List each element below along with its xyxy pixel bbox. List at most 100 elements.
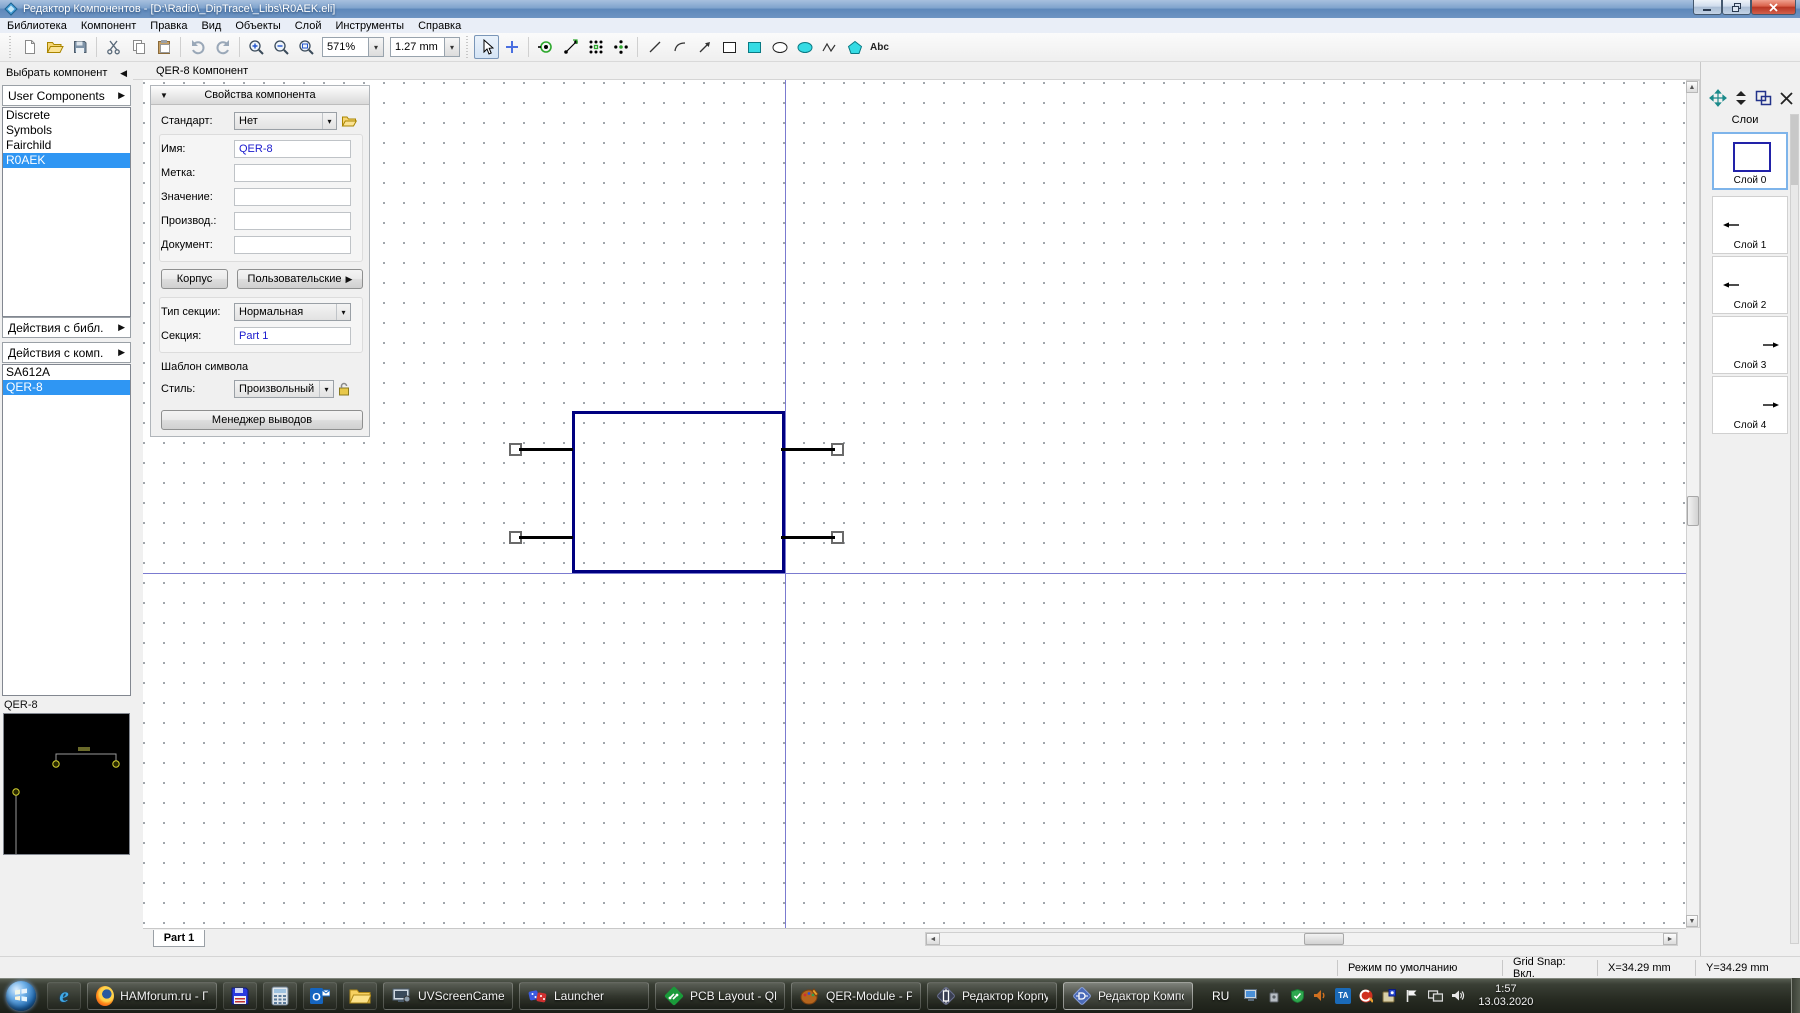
open-standard-icon[interactable]: [341, 114, 357, 128]
vertical-scrollbar[interactable]: ▲ ▼: [1686, 80, 1700, 928]
layer-card-3[interactable]: Слой 3: [1712, 316, 1788, 374]
tray-network-icon[interactable]: [1427, 988, 1443, 1004]
custom-fields-button[interactable]: Пользовательские ▶: [237, 269, 363, 289]
tray-ta-indicator-icon[interactable]: TA: [1335, 987, 1352, 1004]
library-item[interactable]: Symbols: [3, 123, 130, 138]
menu-objects[interactable]: Объекты: [228, 18, 287, 33]
polyline-tool-button[interactable]: [817, 35, 842, 59]
part-tab[interactable]: Part 1: [153, 930, 205, 947]
schematic-canvas[interactable]: ▼ Свойства компонента Стандарт: Нет ▾ Им…: [143, 80, 1686, 928]
arrow-tool-button[interactable]: [692, 35, 717, 59]
library-group-button[interactable]: User Components ▶: [2, 85, 131, 106]
start-button[interactable]: [6, 980, 36, 1011]
calculator-icon[interactable]: [263, 981, 297, 1010]
menu-edit[interactable]: Правка: [143, 18, 194, 33]
show-desktop-button[interactable]: [1791, 978, 1800, 1013]
select-tool-button[interactable]: [474, 35, 499, 59]
menu-component[interactable]: Компонент: [74, 18, 143, 33]
menu-help[interactable]: Справка: [411, 18, 468, 33]
explorer-folder-icon[interactable]: [343, 981, 377, 1010]
collapse-properties-icon[interactable]: ▼: [151, 91, 177, 100]
ellipse-tool-button[interactable]: [767, 35, 792, 59]
place-pin-array-button[interactable]: [583, 35, 608, 59]
origin-tool-button[interactable]: [499, 35, 524, 59]
library-item[interactable]: Discrete: [3, 108, 130, 123]
layer-card-2[interactable]: Слой 2: [1712, 256, 1788, 314]
taskbar-clock[interactable]: 1:57 13.03.2020: [1478, 983, 1533, 1009]
close-layers-icon[interactable]: [1780, 91, 1793, 105]
rectangle-tool-button[interactable]: [717, 35, 742, 59]
horizontal-scrollbar[interactable]: ◄ ►: [925, 932, 1678, 946]
component-actions-button[interactable]: Действия с комп. ▶: [2, 342, 131, 363]
menu-library[interactable]: Библиотека: [0, 18, 74, 33]
task-qer-module-paint[interactable]: QER-Module - Pai...: [791, 981, 921, 1010]
zoom-level-combobox[interactable]: 571% ▾: [322, 37, 384, 57]
redo-button[interactable]: [210, 35, 235, 59]
task-pattern-editor[interactable]: Редактор Корпус...: [927, 981, 1057, 1010]
zoom-in-button[interactable]: [244, 35, 269, 59]
library-item[interactable]: Fairchild: [3, 138, 130, 153]
filled-rectangle-tool-button[interactable]: [742, 35, 767, 59]
pin-manager-button[interactable]: Менеджер выводов: [161, 410, 363, 430]
manufacturer-field[interactable]: [234, 212, 351, 230]
mark-field[interactable]: [234, 164, 351, 182]
menu-tools[interactable]: Инструменты: [328, 18, 411, 33]
vertical-scroll-thumb[interactable]: [1687, 496, 1699, 526]
reorder-layer-icon[interactable]: [1735, 90, 1747, 106]
collapse-panel-icon[interactable]: ◀: [120, 68, 127, 79]
tray-display-icon[interactable]: [1243, 988, 1259, 1004]
component-item-selected[interactable]: QER-8: [3, 380, 130, 395]
task-launcher[interactable]: Launcher: [519, 981, 649, 1010]
language-indicator[interactable]: RU: [1212, 989, 1229, 1003]
close-button[interactable]: [1751, 0, 1796, 15]
line-tool-button[interactable]: [642, 35, 667, 59]
copy-button[interactable]: [126, 35, 151, 59]
tray-flag-icon[interactable]: [1404, 988, 1420, 1004]
layer-card-0[interactable]: Слой 0: [1712, 132, 1788, 190]
filled-ellipse-tool-button[interactable]: [792, 35, 817, 59]
save-button[interactable]: [67, 35, 92, 59]
tray-speaker-icon[interactable]: [1450, 988, 1466, 1004]
outlook-icon[interactable]: O: [303, 981, 337, 1010]
restore-button[interactable]: [1722, 0, 1751, 15]
standard-combobox[interactable]: Нет ▾: [234, 112, 337, 130]
polygon-tool-button[interactable]: [842, 35, 867, 59]
section-type-combobox[interactable]: Нормальная ▾: [234, 303, 351, 321]
paste-button[interactable]: [151, 35, 176, 59]
cut-button[interactable]: [101, 35, 126, 59]
style-arrow-icon[interactable]: ▾: [319, 381, 333, 397]
scroll-up-icon[interactable]: ▲: [1686, 81, 1698, 93]
scroll-down-icon[interactable]: ▼: [1686, 915, 1698, 927]
datasheet-field[interactable]: [234, 236, 351, 254]
tray-volume-horn-icon[interactable]: [1312, 988, 1328, 1004]
section-type-arrow-icon[interactable]: ▾: [336, 304, 350, 320]
zoom-out-button[interactable]: [269, 35, 294, 59]
new-file-button[interactable]: [17, 35, 42, 59]
arc-tool-button[interactable]: [667, 35, 692, 59]
place-pin-radial-button[interactable]: [608, 35, 633, 59]
tray-device-icon[interactable]: [1266, 988, 1282, 1004]
menu-layer[interactable]: Слой: [288, 18, 329, 33]
task-firefox[interactable]: HAMforum.ru - Г...: [87, 981, 217, 1010]
pin-top-right[interactable]: [781, 448, 835, 451]
zoom-combo-arrow-icon[interactable]: ▾: [368, 38, 383, 56]
standard-combo-arrow-icon[interactable]: ▾: [322, 113, 336, 129]
grid-combo-arrow-icon[interactable]: ▾: [444, 38, 459, 56]
pin-bottom-right[interactable]: [781, 536, 835, 539]
horizontal-scroll-thumb[interactable]: [1304, 933, 1344, 945]
undo-button[interactable]: [185, 35, 210, 59]
tray-security-shield-icon[interactable]: [1289, 988, 1305, 1004]
value-field[interactable]: [234, 188, 351, 206]
tray-cleaner-icon[interactable]: [1358, 988, 1374, 1004]
properties-header[interactable]: ▼ Свойства компонента: [151, 86, 369, 105]
document-tab[interactable]: QER-8 Компонент: [156, 65, 248, 77]
task-uvscreencamera[interactable]: UVScreenCamera: [383, 981, 513, 1010]
menu-view[interactable]: Вид: [194, 18, 228, 33]
scroll-right-icon[interactable]: ►: [1663, 933, 1677, 945]
scroll-left-icon[interactable]: ◄: [926, 933, 940, 945]
place-pin-button[interactable]: [533, 35, 558, 59]
zoom-window-button[interactable]: [294, 35, 319, 59]
task-component-editor[interactable]: Редактор Компо...: [1063, 981, 1193, 1010]
layers-scrollbar[interactable]: [1790, 114, 1799, 944]
style-lock-icon[interactable]: [338, 382, 350, 396]
